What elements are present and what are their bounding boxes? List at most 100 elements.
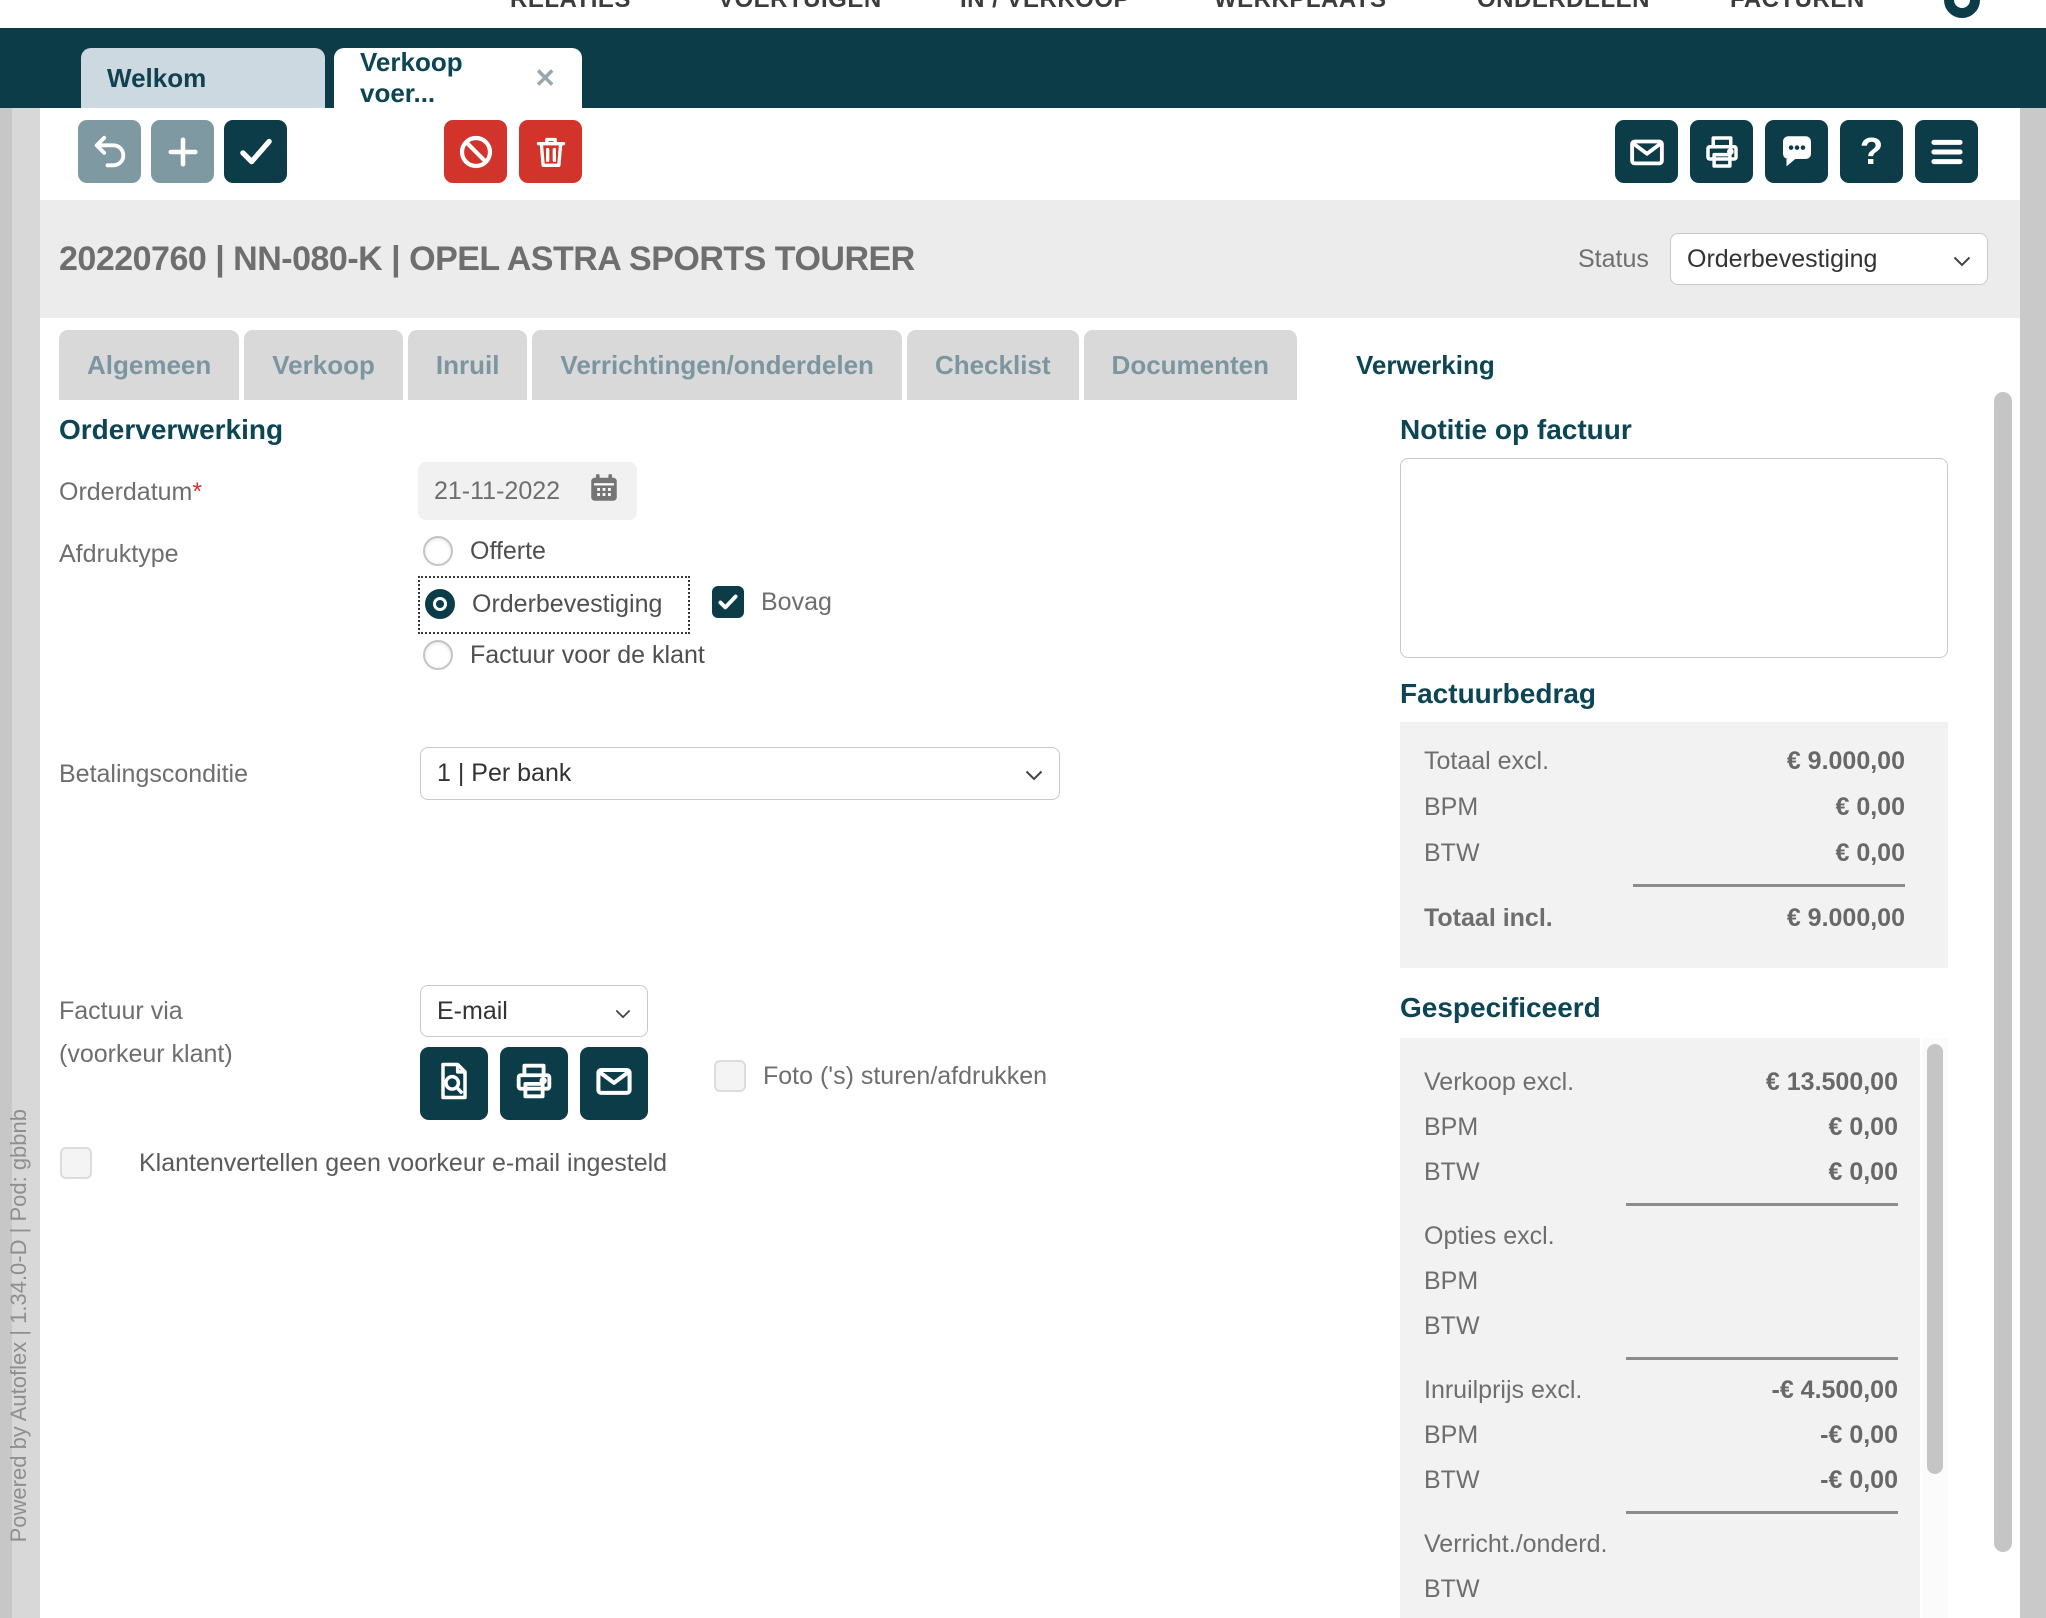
divider <box>1626 1511 1898 1514</box>
print-invoice-button[interactable] <box>500 1047 568 1120</box>
spec-label: Opties excl. <box>1424 1222 1555 1251</box>
email-invoice-button[interactable] <box>580 1047 648 1120</box>
specified-title: Gespecificeerd <box>1400 992 1601 1024</box>
betalingsconditie-select[interactable]: 1 | Per bank <box>420 747 1060 800</box>
chat-bubble-icon <box>1776 131 1818 173</box>
orderdatum-input[interactable]: 21-11-2022 <box>418 462 637 520</box>
spec-value: € 0,00 <box>1828 1158 1898 1187</box>
orderdatum-label-text: Orderdatum <box>59 478 192 506</box>
spec-label: BPM <box>1424 1267 1478 1296</box>
top-menu-bar: RELATIES VOERTUIGEN IN / VERKOOP WERKPLA… <box>0 0 2046 28</box>
status-select[interactable]: Orderbevestiging <box>1670 233 1988 285</box>
help-button[interactable]: ? <box>1840 120 1903 183</box>
save-button[interactable] <box>224 120 287 183</box>
amount-value: € 0,00 <box>1835 839 1905 868</box>
menu-voertuigen[interactable]: VOERTUIGEN <box>718 0 882 14</box>
trash-icon <box>531 132 571 172</box>
menu-relaties[interactable]: RELATIES <box>510 0 631 14</box>
window-tab-verkoop-label: Verkoop voer... <box>360 47 520 109</box>
chevron-down-icon <box>1025 759 1043 788</box>
undo-button[interactable] <box>78 120 141 183</box>
tab-algemeen[interactable]: Algemeen <box>59 330 239 400</box>
spec-value: -€ 0,00 <box>1820 1421 1898 1450</box>
foto-label[interactable]: Foto ('s) sturen/afdrukken <box>763 1062 1047 1091</box>
amount-label: Totaal excl. <box>1424 747 1549 776</box>
bovag-checkbox[interactable] <box>712 586 744 618</box>
spec-row: BPM-€ 0,00 <box>1424 1413 1898 1458</box>
radio-option-offerte[interactable]: Offerte <box>423 536 546 566</box>
factuur-via-select[interactable]: E-mail <box>420 985 648 1037</box>
spec-label: BPM <box>1424 1113 1478 1142</box>
print-button[interactable] <box>1690 120 1753 183</box>
radio-option-factuur[interactable]: Factuur voor de klant <box>423 640 705 670</box>
bovag-label[interactable]: Bovag <box>761 588 832 617</box>
printer-icon <box>1701 131 1743 173</box>
radio-icon-offerte[interactable] <box>423 536 453 566</box>
tab-inruil[interactable]: Inruil <box>408 330 528 400</box>
factuur-via-sublabel: (voorkeur klant) <box>59 1040 233 1069</box>
menu-button[interactable] <box>1915 120 1978 183</box>
radio-icon-factuur[interactable] <box>423 640 453 670</box>
envelope-icon <box>1626 131 1668 173</box>
invoice-amount-box: Totaal excl. € 9.000,00 BPM € 0,00 BTW €… <box>1400 722 1948 968</box>
window-scrollbar-track[interactable] <box>2020 108 2046 1618</box>
cancel-order-button[interactable] <box>444 120 507 183</box>
preview-invoice-button[interactable] <box>420 1047 488 1120</box>
spec-label: Inruilprijs excl. <box>1424 1376 1582 1405</box>
betalingsconditie-label: Betalingsconditie <box>59 760 248 789</box>
invoice-note-input[interactable] <box>1400 458 1948 658</box>
spec-value: € 13.500,00 <box>1766 1068 1898 1097</box>
tab-verwerking[interactable]: Verwerking <box>1328 330 1523 400</box>
amount-row: BTW € 0,00 <box>1424 830 1905 876</box>
radio-label-orderbevestiging[interactable]: Orderbevestiging <box>472 590 662 619</box>
tab-verkoop[interactable]: Verkoop <box>244 330 403 400</box>
radio-icon-orderbevestiging[interactable] <box>425 589 455 619</box>
add-button[interactable] <box>151 120 214 183</box>
amount-total-row: Totaal incl. € 9.000,00 <box>1424 895 1905 941</box>
radio-option-orderbevestiging[interactable]: Orderbevestiging <box>425 589 662 619</box>
menu-facturen[interactable]: FACTUREN <box>1730 0 1865 14</box>
menu-onderdelen[interactable]: ONDERDELEN <box>1477 0 1650 14</box>
undo-icon <box>90 132 130 172</box>
window-tab-welkom[interactable]: Welkom <box>81 48 325 108</box>
tab-checklist[interactable]: Checklist <box>907 330 1079 400</box>
bovag-checkbox-row[interactable]: Bovag <box>712 586 832 618</box>
email-button[interactable] <box>1615 120 1678 183</box>
invoice-amount-title: Factuurbedrag <box>1400 678 1596 710</box>
klanten-checkbox-row[interactable]: Klantenvertellen geen voorkeur e-mail in… <box>60 1147 667 1179</box>
panel-scrollbar-thumb[interactable] <box>1994 392 2012 1552</box>
amount-row: BPM € 0,00 <box>1424 784 1905 830</box>
radio-label-offerte[interactable]: Offerte <box>470 537 546 566</box>
delete-button[interactable] <box>519 120 582 183</box>
tab-documenten[interactable]: Documenten <box>1084 330 1297 400</box>
window-tab-verkoop[interactable]: Verkoop voer... ✕ <box>334 48 582 108</box>
left-edge-strip: Powered by Autoflex | 1.34.0-D | Pod: gb… <box>0 108 40 1618</box>
spec-label: BTW <box>1424 1312 1480 1341</box>
klanten-label[interactable]: Klantenvertellen geen voorkeur e-mail in… <box>139 1149 667 1178</box>
check-icon <box>235 131 277 173</box>
amount-label: BPM <box>1424 793 1478 822</box>
chevron-down-icon <box>1953 245 1971 274</box>
chevron-down-icon <box>615 997 631 1026</box>
divider <box>1626 1203 1898 1206</box>
spec-label: BTW <box>1424 1575 1480 1604</box>
klanten-checkbox[interactable] <box>60 1147 92 1179</box>
foto-checkbox[interactable] <box>714 1060 746 1092</box>
amount-value: € 9.000,00 <box>1787 747 1905 776</box>
radio-label-factuur[interactable]: Factuur voor de klant <box>470 641 705 670</box>
close-icon[interactable]: ✕ <box>534 63 556 94</box>
spec-row: BPM€ 0,00 <box>1424 1105 1898 1150</box>
factuur-via-label: Factuur via <box>59 997 183 1026</box>
divider <box>1626 1357 1898 1360</box>
application-window: RELATIES VOERTUIGEN IN / VERKOOP WERKPLA… <box>0 0 2046 1618</box>
foto-checkbox-row[interactable]: Foto ('s) sturen/afdrukken <box>714 1060 1047 1092</box>
spec-row: Opties excl. <box>1424 1214 1898 1259</box>
spec-label: BTW <box>1424 1466 1480 1495</box>
tab-verrichtingen-onderdelen[interactable]: Verrichtingen/onderdelen <box>532 330 902 400</box>
calendar-icon[interactable] <box>587 471 621 512</box>
betalingsconditie-value: 1 | Per bank <box>437 759 571 788</box>
chat-button[interactable] <box>1765 120 1828 183</box>
specified-scrollbar-thumb[interactable] <box>1927 1044 1943 1474</box>
menu-werkplaats[interactable]: WERKPLAATS <box>1214 0 1387 14</box>
menu-in-verkoop[interactable]: IN / VERKOOP <box>960 0 1130 14</box>
